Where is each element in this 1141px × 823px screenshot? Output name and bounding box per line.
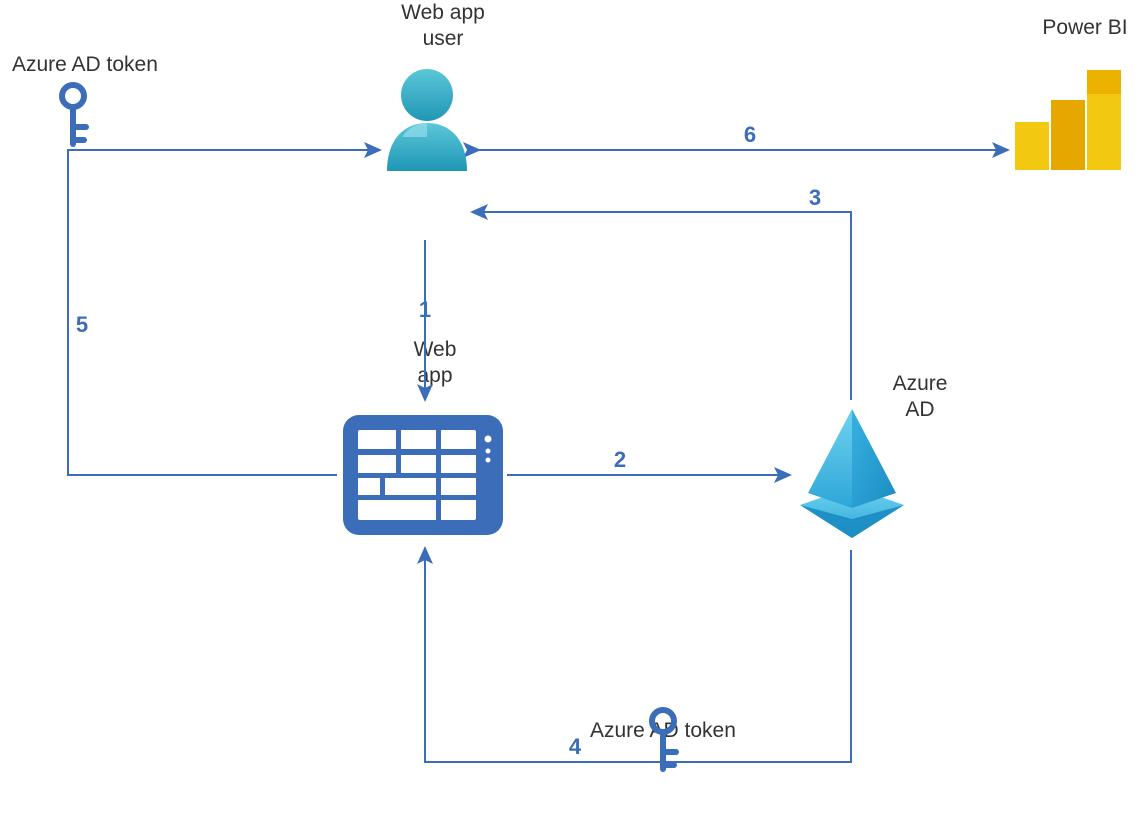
key-icon xyxy=(640,707,686,782)
arrow-step-3 xyxy=(472,212,851,400)
user-icon xyxy=(383,65,471,180)
step-number-6: 6 xyxy=(744,122,756,148)
label-web-app-user: Web app user xyxy=(363,0,523,53)
label-power-bi: Power BI xyxy=(1030,15,1140,41)
azure-ad-icon xyxy=(793,403,911,548)
web-app-icon xyxy=(340,405,505,550)
diagram-canvas: Web app user Power BI Azure AD token Web… xyxy=(0,0,1141,823)
step-number-5: 5 xyxy=(76,312,88,338)
label-azure-ad-token-top: Azure AD token xyxy=(12,52,158,78)
step-number-4: 4 xyxy=(569,734,581,760)
label-web-app: Web app xyxy=(380,337,490,390)
arrow-step-5 xyxy=(68,150,380,475)
step-number-1: 1 xyxy=(419,297,431,323)
power-bi-icon xyxy=(1015,60,1125,180)
step-number-3: 3 xyxy=(809,185,821,211)
step-number-2: 2 xyxy=(614,447,626,473)
key-icon xyxy=(50,82,96,157)
